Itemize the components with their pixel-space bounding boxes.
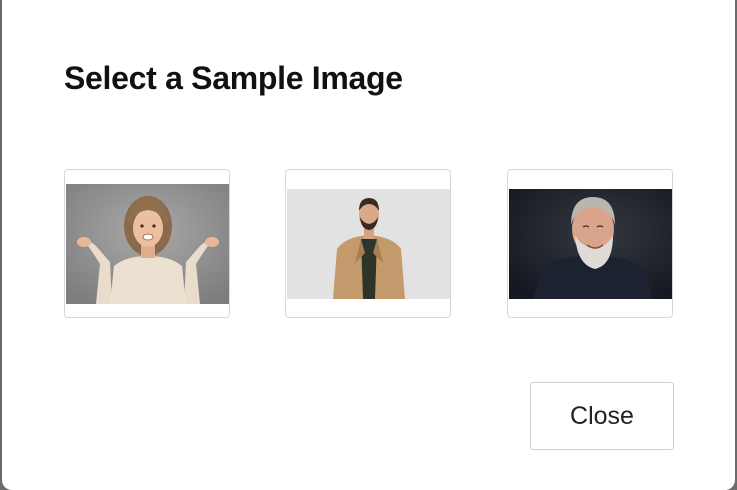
- older-man-beard-photo: [509, 189, 672, 299]
- sample-image-dialog: Select a Sample Image Close: [2, 0, 735, 490]
- sample-image-card-1[interactable]: [64, 169, 230, 318]
- woman-excited-photo: [66, 184, 229, 304]
- dialog-title: Select a Sample Image: [64, 60, 403, 96]
- sample-image-card-3[interactable]: [507, 169, 673, 318]
- close-button[interactable]: Close: [530, 382, 674, 450]
- man-tan-coat-photo: [287, 189, 450, 299]
- sample-image-card-2[interactable]: [285, 169, 451, 318]
